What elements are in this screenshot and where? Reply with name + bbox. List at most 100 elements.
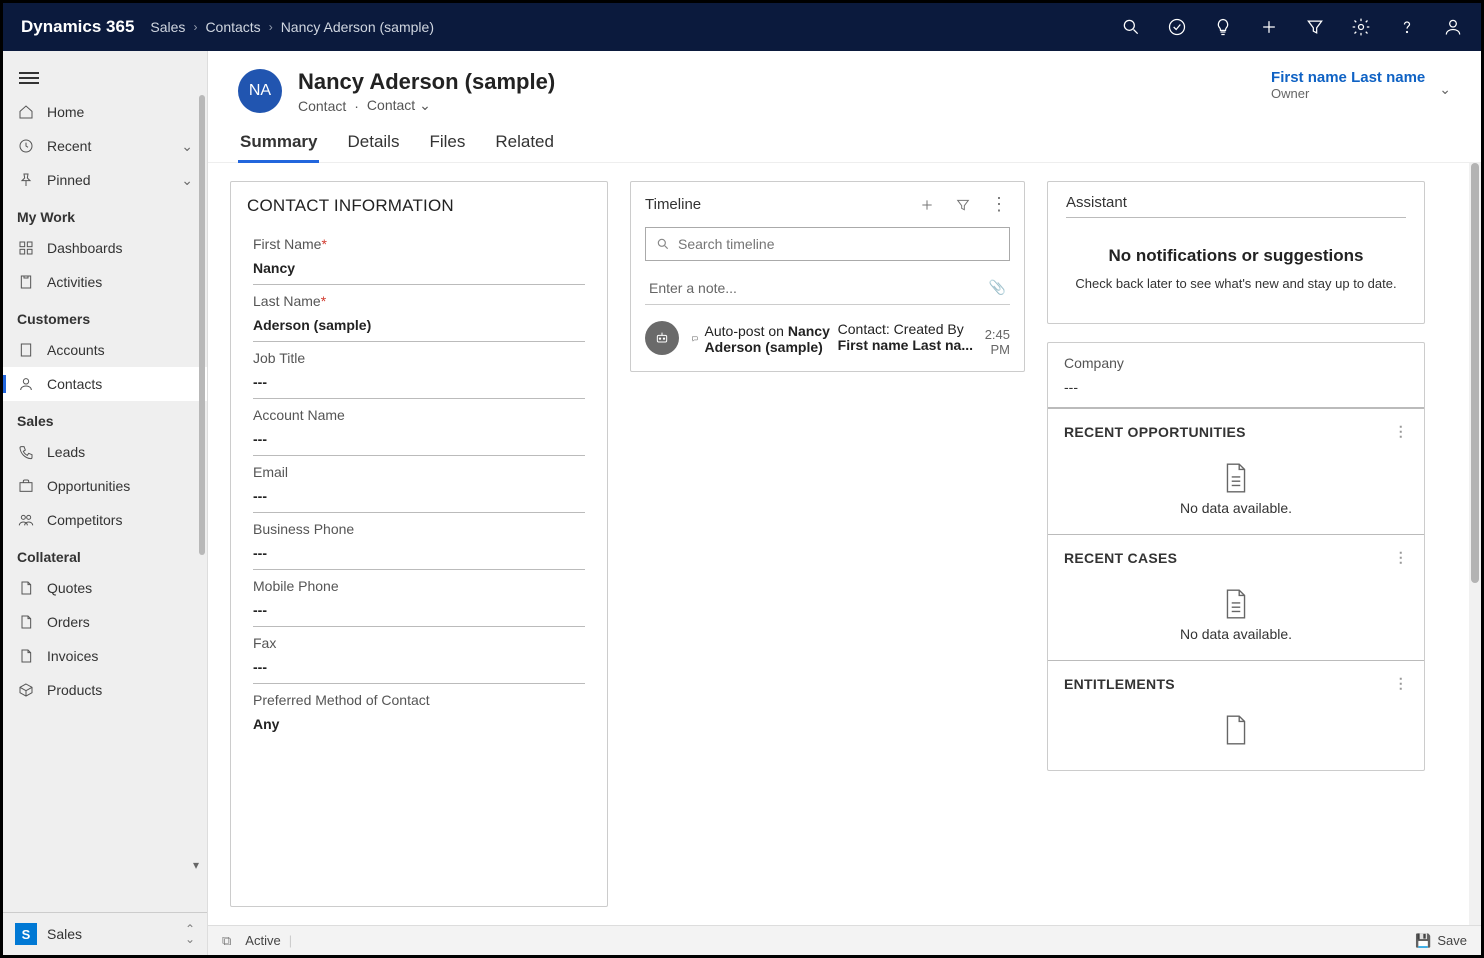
field-first-name[interactable]: First Name* Nancy (253, 228, 585, 285)
topbar-icons (1121, 17, 1463, 37)
field-fax[interactable]: Fax --- (253, 627, 585, 684)
field-company[interactable]: Company --- (1048, 343, 1424, 408)
form-selector[interactable]: Contact ⌄ (367, 97, 431, 114)
gear-icon[interactable] (1351, 17, 1371, 37)
nav-accounts[interactable]: Accounts (3, 333, 207, 367)
person-icon (17, 375, 35, 393)
nav-label: Dashboards (47, 240, 123, 256)
dashboard-icon (17, 239, 35, 257)
field-business-phone[interactable]: Business Phone --- (253, 513, 585, 570)
breadcrumb-item[interactable]: Nancy Aderson (sample) (281, 19, 434, 35)
assistant-title: Assistant (1066, 194, 1406, 211)
nav-label: Pinned (47, 172, 91, 188)
nav-section-collateral: Collateral (3, 537, 207, 571)
nav-pinned[interactable]: Pinned ⌄ (3, 163, 207, 197)
nav-label: Activities (47, 274, 102, 290)
task-icon[interactable] (1167, 17, 1187, 37)
chevron-right-icon: › (193, 20, 197, 34)
lightbulb-icon[interactable] (1213, 17, 1233, 37)
contact-info-card: CONTACT INFORMATION First Name* Nancy La… (230, 181, 608, 907)
more-icon[interactable]: ⋮ (1394, 549, 1408, 566)
section-recent-opportunities: RECENT OPPORTUNITIES ⋮ (1048, 408, 1424, 454)
nav-contacts[interactable]: Contacts (3, 367, 207, 401)
nav-label: Products (47, 682, 102, 698)
field-mobile-phone[interactable]: Mobile Phone --- (253, 570, 585, 627)
sidebar: Home Recent ⌄ Pinned ⌄ My Work Dashboard… (3, 51, 208, 955)
nav-quotes[interactable]: Quotes (3, 571, 207, 605)
no-data-opportunities: No data available. (1048, 454, 1424, 534)
owner-label: Owner (1271, 86, 1425, 101)
breadcrumb-item[interactable]: Sales (150, 19, 185, 35)
filter-icon[interactable] (1305, 17, 1325, 37)
main: NA Nancy Aderson (sample) Contact · Cont… (208, 51, 1481, 955)
nav-products[interactable]: Products (3, 673, 207, 707)
nav-recent[interactable]: Recent ⌄ (3, 129, 207, 163)
people-icon (17, 511, 35, 529)
nav-section-sales: Sales (3, 401, 207, 435)
sidebar-scrollbar[interactable] (197, 95, 207, 912)
timeline-note[interactable]: Enter a note... 📎 (645, 271, 1010, 305)
chevron-down-icon: ⌄ (419, 97, 431, 113)
nav-orders[interactable]: Orders (3, 605, 207, 639)
search-icon[interactable] (1121, 17, 1141, 37)
field-preferred-contact[interactable]: Preferred Method of Contact Any (253, 684, 585, 740)
more-icon[interactable]: ⋮ (988, 194, 1010, 215)
breadcrumb-item[interactable]: Contacts (205, 19, 260, 35)
assistant-sub: Check back later to see what's new and s… (1070, 276, 1402, 291)
nav-leads[interactable]: Leads (3, 435, 207, 469)
briefcase-icon (17, 477, 35, 495)
tab-summary[interactable]: Summary (238, 132, 319, 162)
home-icon (17, 103, 35, 121)
hamburger-icon[interactable] (19, 72, 39, 84)
timeline-search-input[interactable] (678, 236, 999, 252)
content-scrollbar[interactable] (1469, 163, 1481, 925)
app-brand[interactable]: Dynamics 365 (21, 17, 134, 37)
section-recent-cases: RECENT CASES ⋮ (1048, 534, 1424, 580)
timeline-entry[interactable]: Auto-post on Nancy Aderson (sample) Cont… (631, 315, 1024, 371)
more-icon[interactable]: ⋮ (1394, 675, 1408, 692)
card-title: CONTACT INFORMATION (231, 182, 607, 228)
page-title: Nancy Aderson (sample) (298, 69, 555, 95)
user-icon[interactable] (1443, 17, 1463, 37)
plus-icon[interactable] (916, 197, 938, 213)
filter-icon[interactable] (952, 197, 974, 213)
building-icon (17, 341, 35, 359)
document-icon (1048, 714, 1424, 746)
timeline-search[interactable] (645, 227, 1010, 261)
nav-label: Quotes (47, 580, 92, 596)
chevron-right-icon: › (269, 20, 273, 34)
owner-name: First name Last name (1271, 69, 1425, 86)
no-data-cases: No data available. (1048, 580, 1424, 660)
clock-icon (17, 137, 35, 155)
chevron-down-icon[interactable]: ⌄ (1439, 69, 1451, 98)
tab-files[interactable]: Files (427, 132, 467, 162)
nav-activities[interactable]: Activities (3, 265, 207, 299)
nav-label: Recent (47, 138, 91, 154)
area-switcher[interactable]: S Sales ⌃⌄ (3, 913, 207, 955)
owner-field[interactable]: First name Last name Owner (1271, 69, 1425, 101)
nav-invoices[interactable]: Invoices (3, 639, 207, 673)
nav-home[interactable]: Home (3, 95, 207, 129)
save-button[interactable]: 💾 Save (1415, 933, 1467, 949)
more-icon[interactable]: ⋮ (1394, 423, 1408, 440)
attachment-icon[interactable]: 📎 (989, 279, 1006, 296)
plus-icon[interactable] (1259, 17, 1279, 37)
nav-dashboards[interactable]: Dashboards (3, 231, 207, 265)
document-icon (1048, 588, 1424, 620)
tab-details[interactable]: Details (345, 132, 401, 162)
nav-label: Invoices (47, 648, 98, 664)
nav-opportunities[interactable]: Opportunities (3, 469, 207, 503)
area-badge: S (15, 923, 37, 945)
help-icon[interactable] (1397, 17, 1417, 37)
nav-label: Competitors (47, 512, 122, 528)
field-account-name[interactable]: Account Name --- (253, 399, 585, 456)
nav-label: Leads (47, 444, 85, 460)
tab-related[interactable]: Related (493, 132, 556, 162)
field-job-title[interactable]: Job Title --- (253, 342, 585, 399)
record-status: Active (245, 933, 280, 948)
field-email[interactable]: Email --- (253, 456, 585, 513)
nav-competitors[interactable]: Competitors (3, 503, 207, 537)
box-icon (17, 681, 35, 699)
popout-icon[interactable]: ⧉ (222, 933, 231, 949)
field-last-name[interactable]: Last Name* Aderson (sample) (253, 285, 585, 342)
